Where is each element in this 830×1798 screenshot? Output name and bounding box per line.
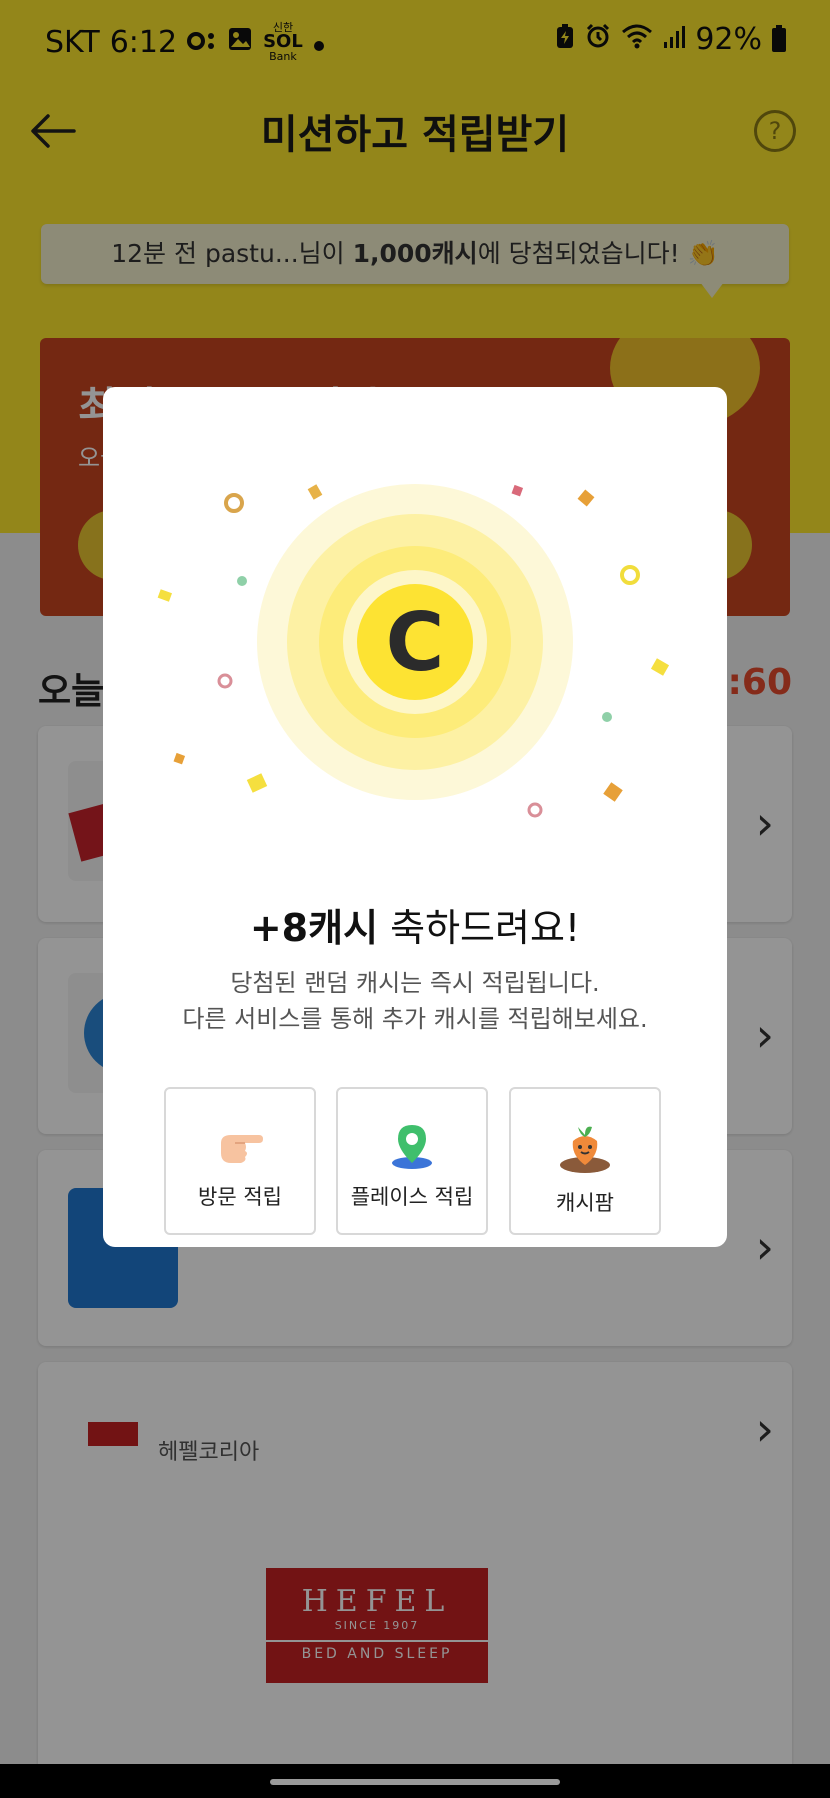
option-label: 캐시팜 — [556, 1191, 614, 1215]
coin-letter: C — [386, 596, 445, 689]
carrot-icon — [511, 1121, 659, 1173]
navigation-bar — [0, 1764, 830, 1798]
cash-farm-button[interactable]: 캐시팜 — [509, 1087, 661, 1235]
reward-modal: C +8캐시 축하드려요! 당첨된 랜덤 캐시는 즉시 적립됩니다. 다른 서비… — [103, 387, 727, 1247]
reward-title: +8캐시 축하드려요! — [103, 897, 727, 952]
reward-text: 축하드려요! — [378, 906, 581, 950]
reward-description: 당첨된 랜덤 캐시는 즉시 적립됩니다. 다른 서비스를 통해 추가 캐시를 적… — [103, 965, 727, 1037]
visit-earn-button[interactable]: 방문 적립 — [164, 1087, 316, 1235]
home-handle[interactable] — [270, 1779, 560, 1785]
map-pin-icon — [338, 1121, 486, 1171]
place-earn-button[interactable]: 플레이스 적립 — [336, 1087, 488, 1235]
reward-amount: +8캐시 — [249, 906, 379, 950]
desc-line-2: 다른 서비스를 통해 추가 캐시를 적립해보세요. — [182, 1005, 648, 1033]
option-label: 플레이스 적립 — [350, 1185, 474, 1209]
pointing-hand-icon — [166, 1121, 314, 1171]
option-label: 방문 적립 — [198, 1185, 282, 1209]
desc-line-1: 당첨된 랜덤 캐시는 즉시 적립됩니다. — [230, 969, 600, 997]
celebration-graphic: C — [157, 484, 670, 818]
